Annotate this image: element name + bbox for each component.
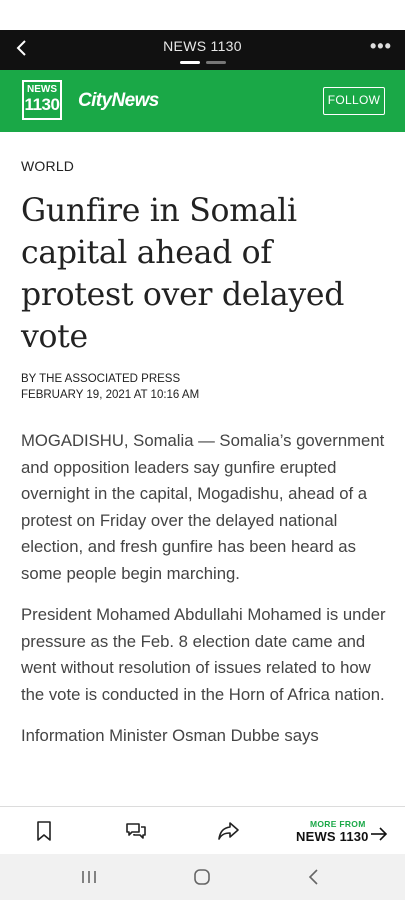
byline-date: FEBRUARY 19, 2021 AT 10:16 AM [21,389,200,401]
home-icon[interactable] [192,867,212,887]
share-icon[interactable] [216,819,240,843]
article-action-bar: MORE FROM NEWS 1130 [0,806,405,854]
byline-author: BY THE ASSOCIATED PRESS [21,373,181,385]
article-scroll-area[interactable]: WORLD Gunfire in Somali capital ahead of… [0,0,405,806]
article-headline: Gunfire in Somali capital ahead of prote… [21,193,345,355]
article-body: MOGADISHU, Somalia — Somalia’s governmen… [21,428,391,765]
recents-icon[interactable] [80,867,98,887]
article-byline: BY THE ASSOCIATED PRESS FEBRUARY 19, 202… [21,371,199,403]
comment-icon[interactable] [124,819,148,843]
more-from-publisher-link[interactable]: MORE FROM NEWS 1130 [296,819,388,844]
arrow-right-icon [371,827,388,841]
more-from-publisher-name: NEWS 1130 [296,829,369,844]
bookmark-icon[interactable] [32,819,56,843]
article-paragraph: Information Minister Osman Dubbe says [21,726,319,745]
section-label[interactable]: WORLD [21,158,74,174]
article-paragraph: President Mohamed Abdullahi Mohamed is u… [21,605,386,704]
article-paragraph: MOGADISHU, Somalia — Somalia’s governmen… [21,431,385,583]
more-from-label: MORE FROM [310,819,366,829]
system-navigation-bar [0,854,405,900]
back-icon[interactable] [306,867,322,887]
